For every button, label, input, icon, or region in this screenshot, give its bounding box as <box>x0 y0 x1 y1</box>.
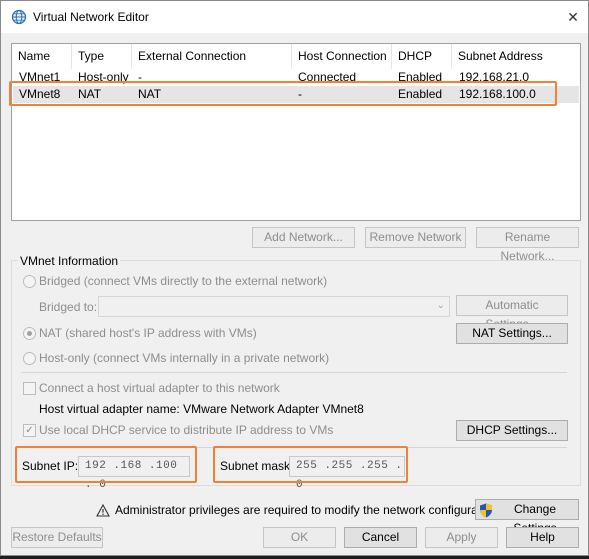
nat-radio-label: NAT (shared host's IP address with VMs) <box>39 326 257 340</box>
column-header-subnet-address[interactable]: Subnet Address <box>452 44 579 69</box>
divider <box>21 447 567 448</box>
chevron-down-icon: ⌄ <box>436 300 445 311</box>
subnet-mask-label: Subnet mask: <box>220 459 294 473</box>
dhcp-settings-button[interactable]: DHCP Settings... <box>456 420 568 441</box>
remove-network-button[interactable]: Remove Network <box>365 227 466 248</box>
ok-button[interactable]: OK <box>263 527 336 548</box>
add-network-button[interactable]: Add Network... <box>252 227 355 248</box>
uac-shield-icon <box>480 503 492 518</box>
apply-button[interactable]: Apply <box>425 527 498 548</box>
connect-adapter-checkbox[interactable] <box>23 382 36 395</box>
cell-name: VMnet8 <box>19 87 61 101</box>
cell-name: VMnet1 <box>19 70 61 84</box>
bridged-to-label: Bridged to: <box>39 300 98 314</box>
cell-subnet-address: 192.168.21.0 <box>459 70 530 84</box>
cell-external-connection: NAT <box>138 87 162 101</box>
vmnet-information-label: VMnet Information <box>18 254 121 268</box>
network-globe-icon <box>11 9 27 25</box>
subnet-ip-label: Subnet IP: <box>22 459 79 473</box>
nat-settings-button[interactable]: NAT Settings... <box>456 323 568 344</box>
automatic-settings-button[interactable]: Automatic Settings... <box>456 295 568 331</box>
rename-network-button[interactable]: Rename Network... <box>476 227 579 263</box>
help-button[interactable]: Help <box>506 527 579 548</box>
bridged-radio-label: Bridged (connect VMs directly to the ext… <box>39 274 328 288</box>
window-title: Virtual Network Editor <box>33 10 149 24</box>
host-only-radio-label: Host-only (connect VMs internally in a p… <box>39 351 330 365</box>
subnet-ip-input[interactable]: 192 .168 .100 . 0 <box>78 456 190 491</box>
host-only-radio[interactable] <box>23 352 36 365</box>
cell-dhcp: Enabled <box>398 70 443 84</box>
warning-icon <box>96 504 110 517</box>
cell-dhcp: Enabled <box>398 87 443 101</box>
cell-host-connection: - <box>298 87 302 101</box>
cell-host-connection: Connected <box>298 70 357 84</box>
column-header-external-connection[interactable]: External Connection <box>132 44 292 69</box>
cell-type: NAT <box>78 87 102 101</box>
table-row-selected[interactable]: VMnet8 NAT NAT - Enabled 192.168.100.0 <box>13 86 579 103</box>
bridged-radio[interactable] <box>23 275 36 288</box>
use-dhcp-label: Use local DHCP service to distribute IP … <box>39 423 334 437</box>
title-bar: Virtual Network Editor ✕ <box>1 1 588 33</box>
table-row[interactable]: VMnet1 Host-only - Connected Enabled 192… <box>13 69 579 86</box>
divider <box>21 372 567 373</box>
nat-radio[interactable] <box>23 327 36 340</box>
column-header-name[interactable]: Name <box>12 44 72 69</box>
cell-type: Host-only <box>78 70 129 84</box>
network-list[interactable]: Name Type External Connection Host Conne… <box>11 43 581 221</box>
vmnet-information-group <box>11 260 581 486</box>
cell-subnet-address: 192.168.100.0 <box>459 87 536 101</box>
close-icon[interactable]: ✕ <box>563 7 583 27</box>
column-header-type[interactable]: Type <box>72 44 132 69</box>
column-header-dhcp[interactable]: DHCP <box>392 44 452 69</box>
bridged-to-dropdown[interactable]: ⌄ <box>98 296 450 317</box>
use-dhcp-checkbox[interactable]: ✓ <box>23 424 36 437</box>
virtual-network-editor-window: Virtual Network Editor ✕ Name Type Exter… <box>0 0 589 556</box>
cell-external-connection: - <box>138 70 142 84</box>
admin-privileges-message: Administrator privileges are required to… <box>115 503 501 517</box>
subnet-mask-input[interactable]: 255 .255 .255 . 0 <box>289 456 405 491</box>
column-header-host-connection[interactable]: Host Connection <box>292 44 392 69</box>
cancel-button[interactable]: Cancel <box>344 527 417 548</box>
connect-adapter-label: Connect a host virtual adapter to this n… <box>39 381 280 395</box>
adapter-name-label: Host virtual adapter name: VMware Networ… <box>39 402 364 416</box>
restore-defaults-button[interactable]: Restore Defaults <box>11 527 103 548</box>
